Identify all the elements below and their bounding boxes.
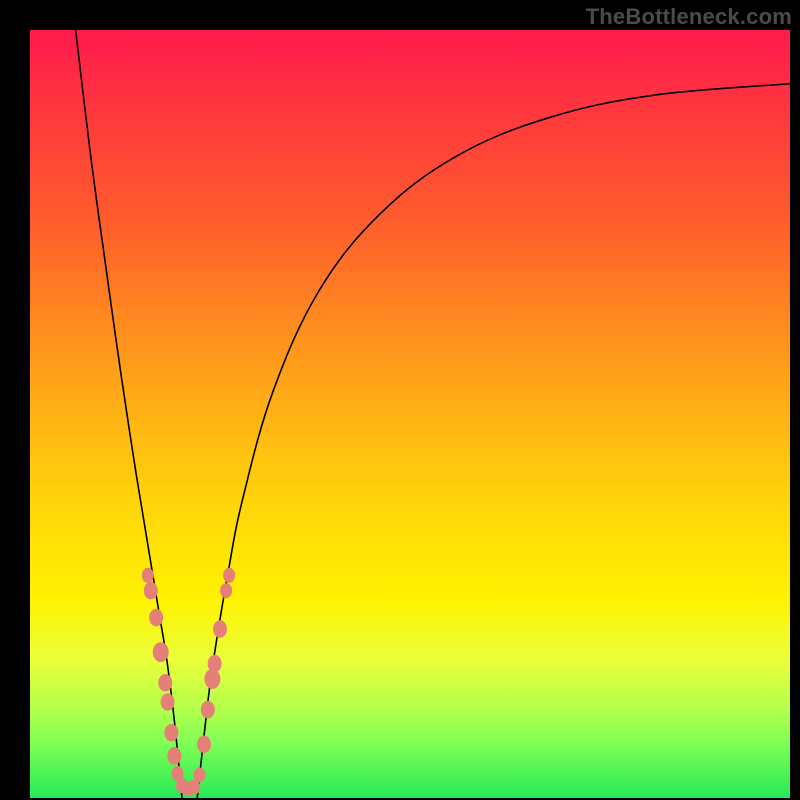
- curve-right-branch: [197, 84, 790, 798]
- bead-4: [158, 674, 172, 692]
- bead-16: [208, 655, 222, 673]
- bead-5: [161, 693, 175, 711]
- bead-13: [197, 735, 211, 753]
- bead-1: [144, 582, 158, 600]
- bead-14: [201, 701, 215, 719]
- bead-7: [167, 747, 181, 765]
- bead-19: [223, 568, 235, 583]
- bead-3: [153, 642, 169, 662]
- bead-15: [204, 669, 220, 689]
- bead-6: [164, 724, 178, 742]
- chart-frame: TheBottleneck.com: [0, 0, 800, 800]
- bead-17: [213, 620, 227, 638]
- bead-18: [220, 583, 232, 598]
- bead-2: [149, 609, 163, 627]
- chart-svg: [0, 0, 800, 800]
- bead-0: [142, 568, 154, 583]
- bead-12: [193, 767, 205, 782]
